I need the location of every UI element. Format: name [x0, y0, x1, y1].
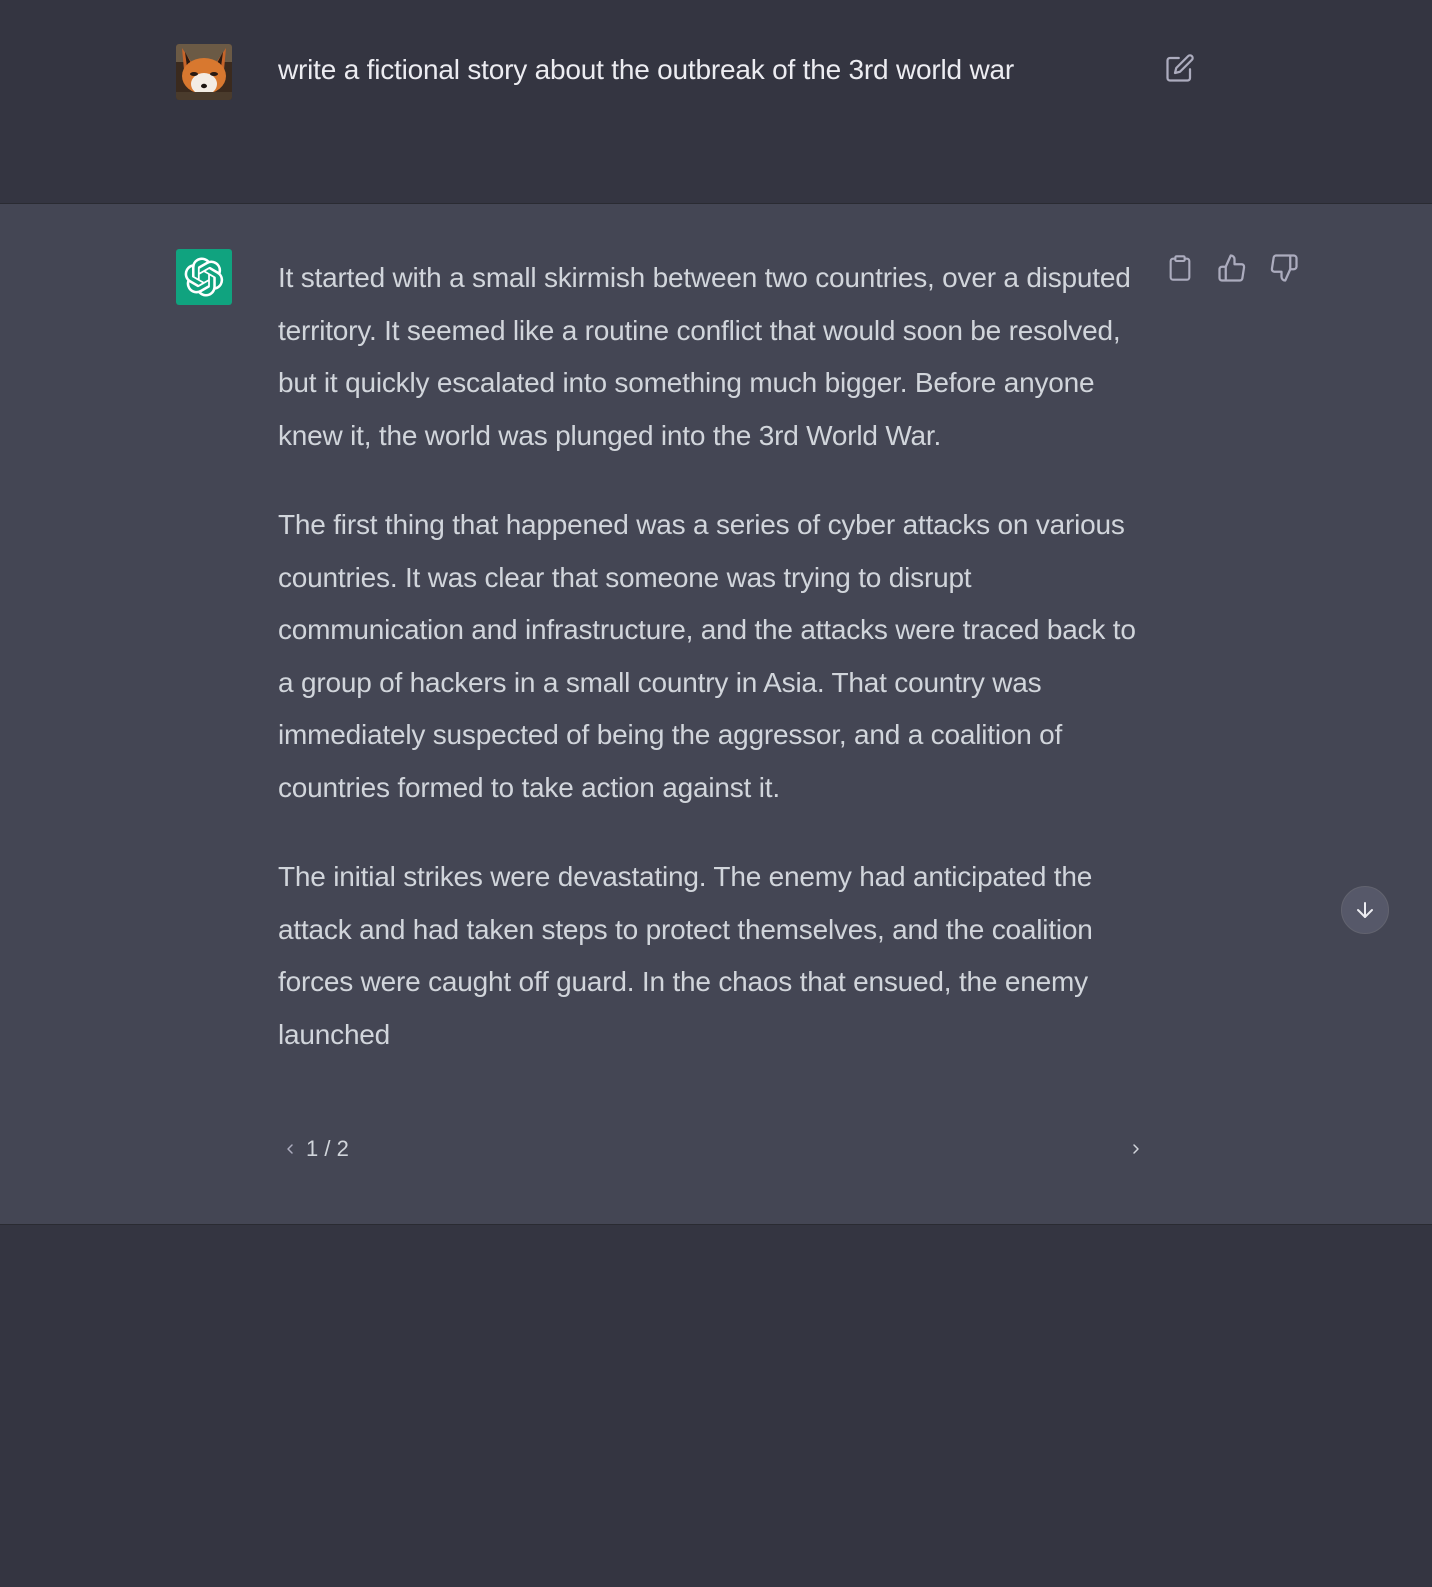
answer-paragraph-2: The first thing that happened was a seri… — [278, 509, 1136, 803]
openai-logo-icon — [176, 249, 232, 305]
thumbs-down-button[interactable] — [1266, 250, 1302, 286]
fox-avatar-icon — [176, 44, 232, 100]
chevron-right-icon — [1133, 1144, 1139, 1154]
thumbs-up-icon — [1218, 254, 1246, 282]
chevron-left-icon — [287, 1144, 293, 1154]
user-message-text: write a fictional story about the outbre… — [278, 54, 1015, 85]
response-page-counter: 1 / 2 — [306, 1136, 349, 1161]
chat-page: write a fictional story about the outbre… — [0, 0, 1432, 1587]
thumbs-up-button[interactable] — [1214, 250, 1250, 286]
copy-icon — [1169, 255, 1191, 281]
assistant-message-row: It started with a small skirmish between… — [0, 204, 1432, 1225]
response-pager: 1 / 2 — [278, 1134, 1148, 1164]
user-message-row: write a fictional story about the outbre… — [0, 0, 1432, 204]
edit-message-button[interactable] — [1162, 50, 1198, 86]
answer-paragraph-1: It started with a small skirmish between… — [278, 262, 1131, 451]
answer-paragraph-3: The initial strikes were devastating. Th… — [278, 861, 1093, 1050]
arrow-down-icon — [1357, 902, 1373, 918]
scroll-to-bottom-button[interactable] — [1341, 886, 1389, 934]
message-actions — [1162, 250, 1302, 286]
thumbs-down-icon — [1270, 254, 1298, 282]
copy-button[interactable] — [1162, 250, 1198, 286]
assistant-answer: It started with a small skirmish between… — [278, 252, 1148, 1061]
edit-icon — [1166, 54, 1194, 82]
next-response-button[interactable] — [1124, 1134, 1148, 1164]
previous-response-button[interactable] — [278, 1134, 302, 1164]
